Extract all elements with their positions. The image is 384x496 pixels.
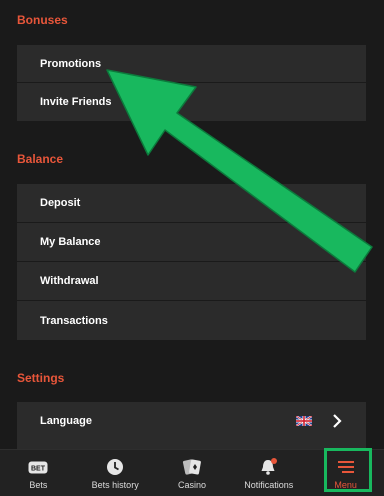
bell-icon <box>259 458 279 476</box>
settings-group: Language <box>17 402 366 450</box>
language-trailing <box>296 402 342 440</box>
tab-bets[interactable]: BET Bets <box>0 450 77 496</box>
balance-group: Deposit My Balance Withdrawal Transactio… <box>17 184 366 340</box>
menu-item-promotions[interactable]: Promotions <box>17 45 366 83</box>
menu-item-language[interactable]: Language <box>17 402 366 440</box>
svg-text:BET: BET <box>31 465 46 472</box>
clock-icon <box>106 458 124 476</box>
section-title-balance: Balance <box>17 152 64 166</box>
menu-item-withdrawal[interactable]: Withdrawal <box>17 262 366 301</box>
tab-casino[interactable]: Casino <box>154 450 231 496</box>
menu-item-label: Promotions <box>40 57 102 70</box>
menu-item-label: Language <box>40 415 92 427</box>
bottom-tab-bar: BET Bets Bets history Casino Notificatio… <box>0 449 384 496</box>
menu-item-transactions[interactable]: Transactions <box>17 301 366 340</box>
tab-bets-history[interactable]: Bets history <box>77 450 154 496</box>
bet-icon: BET <box>28 458 48 476</box>
chevron-right-icon <box>333 414 342 428</box>
tab-label: Casino <box>177 480 206 490</box>
menu-item-label: Withdrawal <box>40 275 99 287</box>
tab-menu[interactable]: Menu <box>307 450 384 496</box>
hamburger-icon <box>337 458 355 476</box>
tab-label: Bets <box>29 480 48 490</box>
tab-label: Notifications <box>244 480 294 490</box>
menu-item-my-balance[interactable]: My Balance <box>17 223 366 262</box>
uk-flag-icon <box>296 416 312 426</box>
bonuses-group: Promotions Invite Friends <box>17 45 366 121</box>
section-title-settings: Settings <box>17 371 65 385</box>
section-title-bonuses: Bonuses <box>17 13 68 27</box>
menu-item-deposit[interactable]: Deposit <box>17 184 366 223</box>
menu-item-invite-friends[interactable]: Invite Friends <box>17 83 366 121</box>
menu-item-label: Transactions <box>40 314 108 327</box>
cards-icon <box>182 458 202 476</box>
menu-item-label: My Balance <box>40 236 101 248</box>
tab-label: Bets history <box>91 480 139 490</box>
menu-item-label: Invite Friends <box>40 96 112 108</box>
tab-notifications[interactable]: Notifications <box>230 450 307 496</box>
menu-item-label: Deposit <box>40 197 81 209</box>
tab-label: Menu <box>334 480 357 490</box>
